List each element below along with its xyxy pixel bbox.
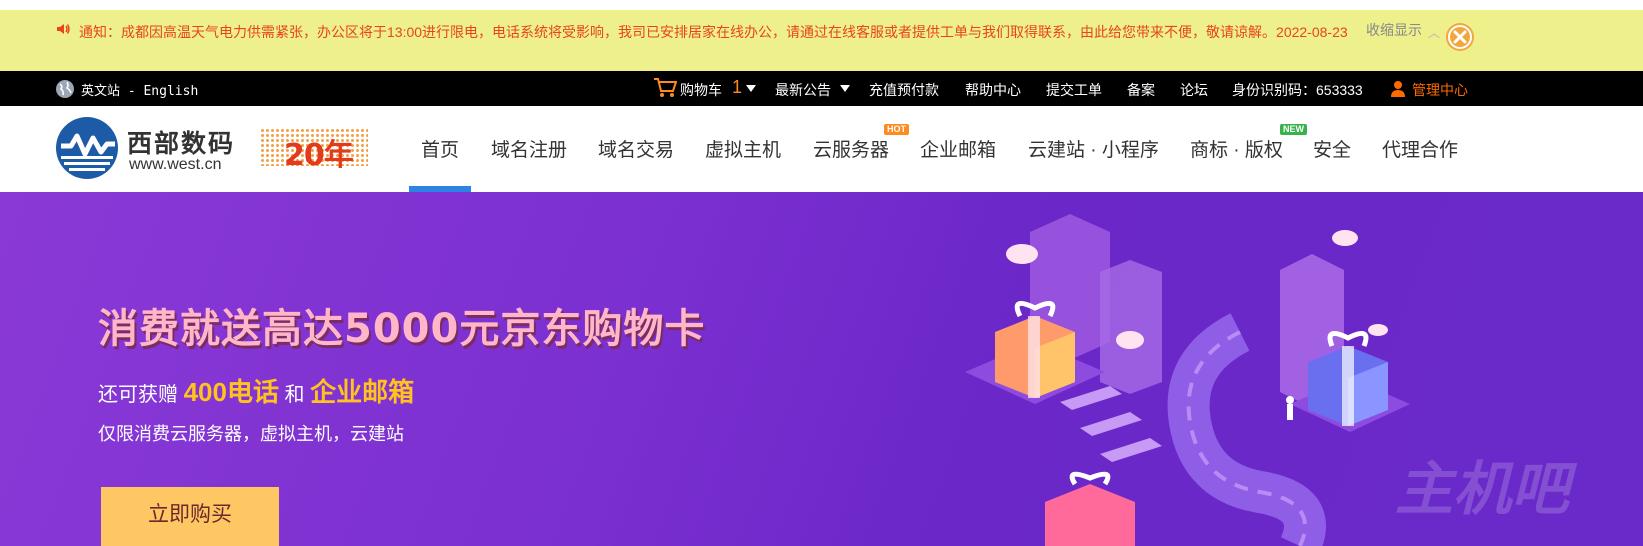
banner-subtitle: 还可获赠 400电话 和 企业邮箱	[98, 372, 414, 409]
notice-bar: 通知：成都因高温天气电力供需紧张，办公区将于13:00进行限电，电话系统将受影响…	[0, 0, 1643, 71]
banner-highlight-phone: 400电话	[183, 377, 279, 407]
announcements-caret-icon[interactable]	[840, 85, 850, 92]
language-switch[interactable]: 英文站 - English	[81, 80, 198, 99]
anniversary-text: 20年	[284, 138, 354, 173]
nav-site-builder[interactable]: 云建站 · 小程序	[1028, 135, 1159, 162]
help-center-link[interactable]: 帮助中心	[965, 80, 1021, 100]
notice-text: 通知：成都因高温天气电力供需紧张，办公区将于13:00进行限电，电话系统将受影响…	[79, 24, 1348, 40]
speaker-icon	[57, 24, 70, 34]
forum-link[interactable]: 论坛	[1180, 80, 1208, 100]
globe-icon	[56, 80, 74, 98]
banner-sub-prefix: 还可获赠	[98, 384, 178, 406]
nav-home[interactable]: 首页	[421, 135, 459, 162]
banner-note: 仅限消费云服务器，虚拟主机，云建站	[98, 424, 404, 444]
user-icon[interactable]	[1390, 80, 1406, 98]
chevron-up-icon[interactable]: ︿	[1428, 24, 1440, 41]
new-badge: NEW	[1280, 124, 1307, 135]
logo-text-cn[interactable]: 西部数码	[127, 124, 235, 160]
nav-trademark[interactable]: 商标 · 版权	[1190, 135, 1283, 162]
recharge-link[interactable]: 充值预付款	[869, 80, 939, 100]
logo-text-en[interactable]: www.west.cn	[129, 156, 221, 174]
nav-virtual-host[interactable]: 虚拟主机	[705, 135, 781, 162]
main-header: 西部数码 www.west.cn 20年 首页 域名注册 域名交易 虚拟主机 云…	[0, 106, 1643, 192]
nav-security[interactable]: 安全	[1313, 135, 1351, 162]
buy-now-button[interactable]: 立即购买	[101, 487, 279, 546]
cart-icon[interactable]	[653, 77, 677, 99]
cart-count: 1	[732, 77, 743, 97]
nav-enterprise-mail[interactable]: 企业邮箱	[920, 135, 996, 162]
cart-link[interactable]: 购物车	[680, 80, 722, 100]
nav-domain-trade[interactable]: 域名交易	[598, 135, 674, 162]
promo-banner[interactable]: 消费就送高达5000元京东购物卡 还可获赠 400电话 和 企业邮箱 仅限消费云…	[0, 192, 1643, 546]
close-icon[interactable]	[1446, 23, 1474, 51]
admin-center-link[interactable]: 管理中心	[1412, 80, 1468, 100]
submit-ticket-link[interactable]: 提交工单	[1046, 80, 1102, 100]
watermark-text: 主机吧	[1395, 455, 1570, 523]
announcements-menu[interactable]: 最新公告	[775, 80, 831, 100]
cart-caret-icon[interactable]	[746, 85, 756, 92]
collapse-button[interactable]: 收缩显示	[1366, 20, 1422, 40]
logo-icon[interactable]	[55, 116, 119, 180]
hot-badge: HOT	[884, 124, 909, 135]
banner-sub-and: 和	[284, 384, 305, 406]
nav-cloud-server[interactable]: 云服务器	[813, 135, 889, 162]
filing-link[interactable]: 备案	[1127, 80, 1155, 100]
nav-partner[interactable]: 代理合作	[1382, 135, 1458, 162]
id-code: 身份识别码：653333	[1232, 82, 1363, 98]
nav-domain-register[interactable]: 域名注册	[491, 135, 567, 162]
top-bar: 英文站 - English 购物车 1 最新公告 充值预付款 帮助中心 提交工单…	[0, 71, 1643, 106]
banner-highlight-mail: 企业邮箱	[310, 377, 415, 407]
banner-title: 消费就送高达5000元京东购物卡	[98, 306, 706, 352]
